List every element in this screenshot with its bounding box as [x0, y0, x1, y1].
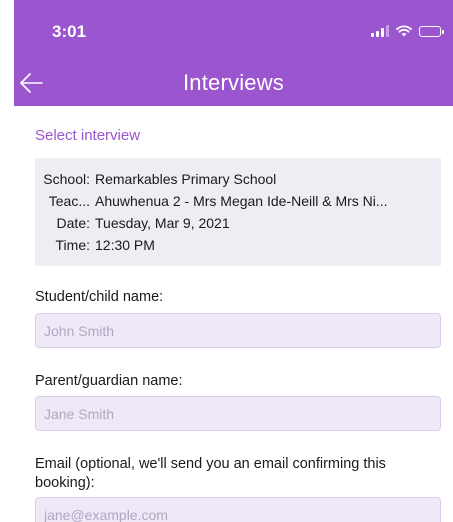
student-name-input[interactable]: [35, 313, 441, 348]
teacher-label: Teac...: [48, 193, 90, 209]
battery-icon: [419, 25, 444, 37]
school-value: Remarkables Primary School: [95, 171, 277, 187]
select-interview-link[interactable]: Select interview: [35, 127, 140, 144]
parent-name-input[interactable]: [35, 396, 441, 431]
date-row: Date: Tuesday, Mar 9, 2021: [35, 212, 441, 234]
page-title: Interviews: [182, 70, 285, 95]
teacher-value: Ahuwhenua 2 - Mrs Megan Ide-Neill & Mrs …: [95, 193, 388, 209]
time-label: Time:: [55, 237, 90, 253]
parent-name-label: Parent/guardian name:: [35, 373, 183, 389]
status-icons: [371, 25, 444, 37]
school-row: School: Remarkables Primary School: [35, 168, 441, 190]
time-row: Time: 12:30 PM: [35, 234, 441, 256]
date-value: Tuesday, Mar 9, 2021: [95, 215, 230, 231]
email-label: Email (optional, we'll send you an email…: [35, 456, 386, 491]
interview-details: School: Remarkables Primary School Teac.…: [35, 158, 441, 266]
cellular-signal-icon: [371, 25, 389, 37]
teacher-row: Teac... Ahuwhenua 2 - Mrs Megan Ide-Neil…: [35, 190, 441, 212]
status-time: 3:01: [52, 22, 87, 41]
email-input[interactable]: [35, 497, 441, 522]
school-label: School:: [43, 171, 90, 187]
wifi-icon: [396, 25, 412, 37]
time-value: 12:30 PM: [95, 237, 155, 253]
app-header: 3:01 Interviews: [14, 0, 453, 106]
date-label: Date:: [56, 215, 90, 231]
student-name-label: Student/child name:: [35, 289, 164, 305]
